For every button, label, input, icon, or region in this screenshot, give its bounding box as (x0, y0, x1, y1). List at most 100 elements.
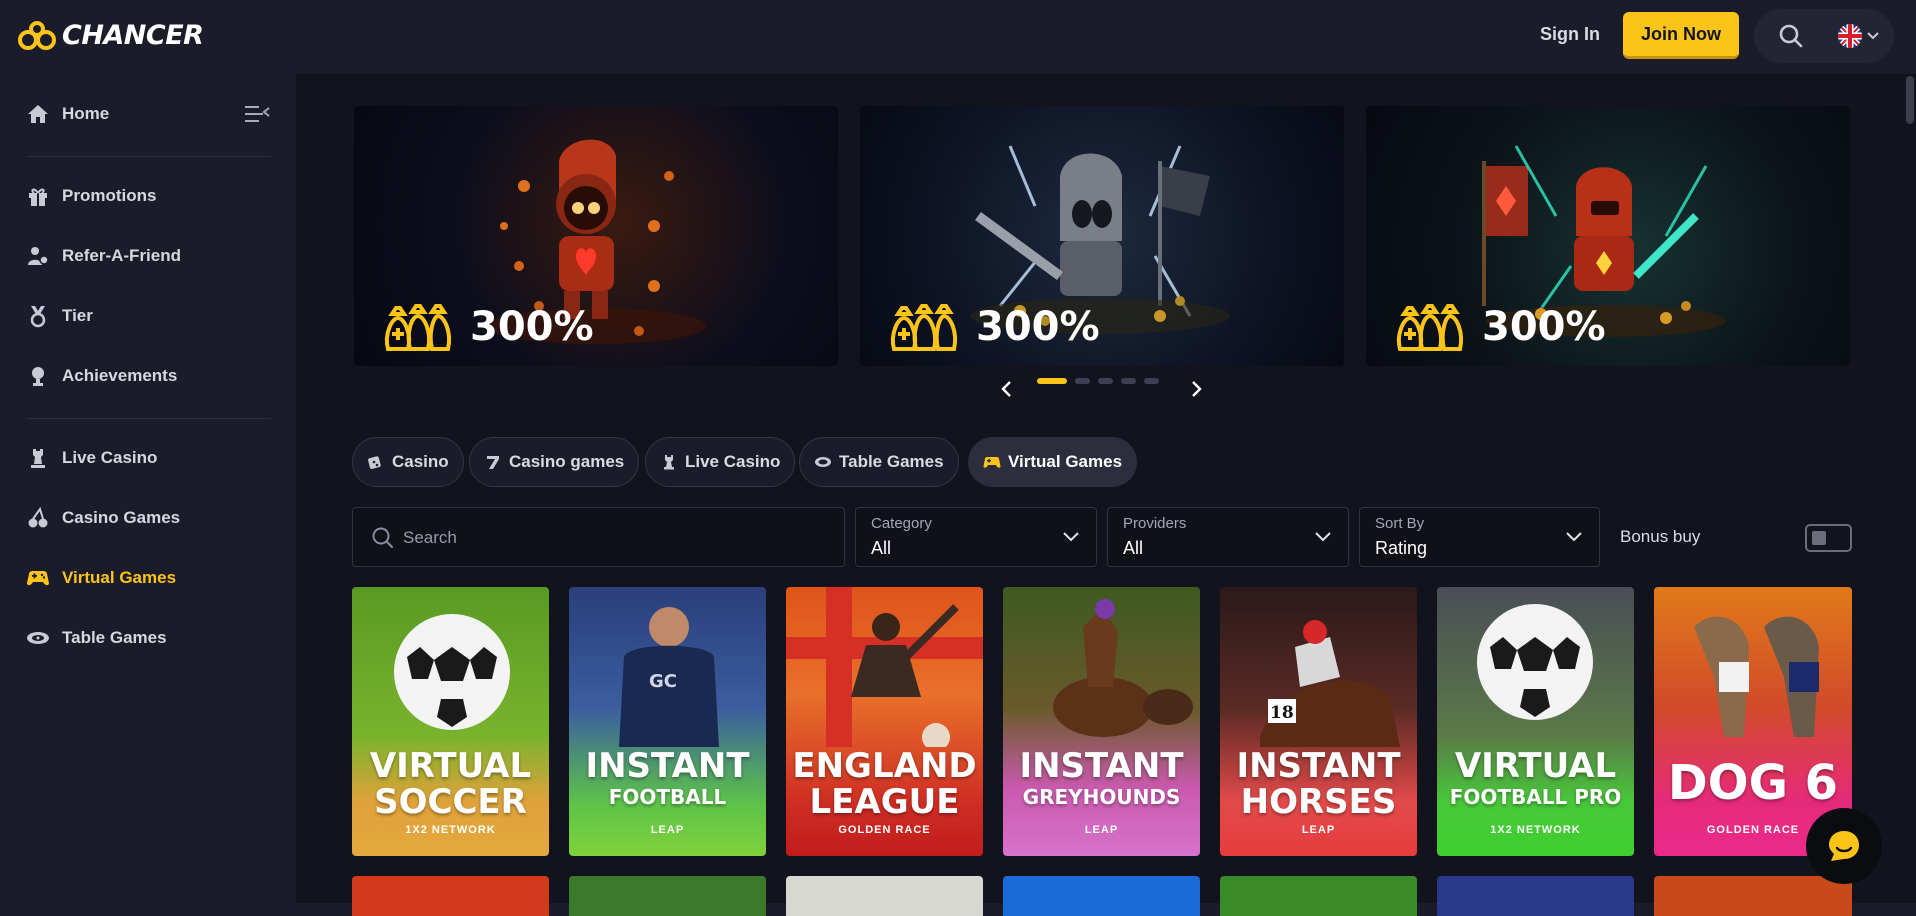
game-title-line1: DOG 6 (1667, 755, 1839, 811)
promo-banner-3[interactable]: 300% (1366, 106, 1850, 366)
game-title-line1: INSTANT (585, 746, 750, 786)
game-card-virtual-football-pro[interactable]: VIRTUAL FOOTBALL PRO 1X2 NETWORK (1437, 587, 1634, 856)
carousel-dot[interactable] (1075, 378, 1090, 384)
sidebar-divider (26, 156, 271, 157)
dice-icon (368, 456, 381, 469)
game-provider: 1X2 NETWORK (405, 824, 496, 836)
bonus-percent: 300% (470, 304, 594, 350)
money-bags-icon (385, 304, 451, 351)
main-scrollbar[interactable] (1904, 74, 1916, 903)
chess-piece-icon (664, 455, 674, 470)
sidebar-item-table-games[interactable]: Table Games (26, 626, 167, 650)
game-title-line2: FOOTBALL PRO (1449, 785, 1622, 809)
join-now-button[interactable]: Join Now (1623, 12, 1739, 59)
game-card-instant-horses[interactable]: 18 INSTANT HORSES LEAP (1220, 587, 1417, 856)
tab-casino[interactable]: Casino (352, 437, 464, 487)
chevron-down-icon (1566, 532, 1582, 542)
game-card-virtual-soccer[interactable]: VIRTUAL SOCCER 1X2 NETWORK (352, 587, 549, 856)
bonus-percent: 300% (1482, 304, 1606, 350)
game-provider: LEAP (1084, 824, 1119, 836)
sidebar-item-promotions[interactable]: Promotions (26, 184, 156, 208)
game-card[interactable] (1437, 876, 1634, 916)
sidebar-item-virtual-games[interactable]: Virtual Games (26, 566, 176, 590)
svg-text:18: 18 (1270, 703, 1294, 723)
carousel-pagination (1037, 378, 1159, 384)
football-player-illustration: GC (619, 607, 719, 747)
select-value: Rating (1375, 538, 1428, 558)
sidebar-item-achievements[interactable]: Achievements (26, 364, 177, 388)
chevron-right-icon[interactable] (1188, 380, 1204, 398)
game-card[interactable] (1003, 876, 1200, 916)
scrollbar-thumb[interactable] (1906, 76, 1914, 124)
game-provider: 1X2 NETWORK (1490, 824, 1581, 836)
carousel-dot[interactable] (1121, 378, 1136, 384)
sidebar-item-casino-games[interactable]: Casino Games (26, 506, 180, 530)
sidebar-item-label: Refer-A-Friend (62, 246, 182, 265)
chevron-down-icon (1315, 532, 1331, 542)
sidebar-item-label: Tier (62, 306, 93, 325)
cherries-icon (28, 506, 48, 528)
top-header: CHANCER Sign In Join Now (0, 0, 1916, 74)
carousel-dot[interactable] (1098, 378, 1113, 384)
chancer-logo[interactable]: CHANCER (18, 20, 204, 51)
providers-select[interactable]: Providers All (1107, 507, 1349, 567)
sidebar-item-home[interactable]: Home (26, 102, 109, 126)
game-title-line1: VIRTUAL (1454, 746, 1617, 786)
england-player-illustration (786, 587, 983, 747)
game-card-england-league[interactable]: ENGLAND LEAGUE GOLDEN RACE (786, 587, 983, 856)
search-icon[interactable] (1778, 23, 1804, 49)
money-bags-icon (1397, 304, 1463, 351)
select-value: All (1123, 538, 1144, 558)
game-card[interactable] (352, 876, 549, 916)
sidebar-item-live-casino[interactable]: Live Casino (26, 446, 157, 470)
game-card[interactable] (569, 876, 766, 916)
tab-table-games[interactable]: Table Games (799, 437, 959, 487)
chevron-down-icon[interactable] (1866, 29, 1880, 43)
live-chat-button[interactable] (1806, 808, 1882, 884)
sidebar-item-label: Home (62, 104, 110, 123)
tab-virtual-games[interactable]: Virtual Games (968, 437, 1138, 487)
tab-live-casino[interactable]: Live Casino (645, 437, 796, 487)
game-search-box (352, 507, 845, 567)
sidebar-item-tier[interactable]: Tier (26, 304, 93, 328)
collapse-sidebar-icon[interactable] (243, 102, 271, 126)
carousel-dot[interactable] (1037, 378, 1067, 384)
game-card-instant-football[interactable]: GC INSTANT FOOTBALL LEAP (569, 587, 766, 856)
promo-banner-1[interactable]: 300% (354, 106, 838, 366)
search-input[interactable] (403, 524, 823, 552)
chat-bubble-icon (1829, 831, 1859, 861)
sort-by-select[interactable]: Sort By Rating (1359, 507, 1600, 567)
tab-casino-games[interactable]: Casino games (469, 437, 640, 487)
gamepad-icon (27, 571, 49, 586)
carousel-dot[interactable] (1144, 378, 1159, 384)
search-icon (372, 527, 393, 548)
medal-icon (30, 306, 46, 328)
chess-piece-icon (31, 449, 45, 468)
game-provider: LEAP (650, 824, 685, 836)
chips-icon (27, 632, 49, 644)
game-title-line1: INSTANT (1236, 746, 1401, 786)
game-card-instant-greyhounds[interactable]: INSTANT GREYHOUNDS LEAP (1003, 587, 1200, 856)
gift-icon (29, 188, 47, 206)
sidebar-item-refer-a-friend[interactable]: Refer-A-Friend (26, 244, 181, 268)
chips-icon (815, 457, 831, 467)
sidebar: Home Promotions Refer-A-Friend Tier Achi… (0, 74, 296, 903)
select-value: All (871, 538, 892, 558)
game-card[interactable] (1220, 876, 1417, 916)
logo-mark-icon (18, 20, 56, 50)
bonus-buy-toggle[interactable] (1805, 524, 1852, 552)
game-title-line1: VIRTUAL (369, 746, 532, 786)
game-title-line2: LEAGUE (809, 782, 960, 822)
sign-in-link[interactable]: Sign In (1540, 24, 1600, 45)
brand-name: CHANCER (62, 20, 204, 51)
game-title-line2: SOCCER (374, 782, 527, 822)
game-card[interactable] (786, 876, 983, 916)
refer-friend-icon (28, 247, 49, 265)
game-card[interactable] (1654, 876, 1852, 916)
game-provider: GOLDEN RACE (838, 824, 931, 836)
category-select[interactable]: Category All (855, 507, 1097, 567)
chevron-left-icon[interactable] (999, 380, 1015, 398)
game-title-line2: GREYHOUNDS (1022, 785, 1181, 809)
promo-banner-2[interactable]: 300% (860, 106, 1344, 366)
uk-flag-icon[interactable] (1838, 24, 1862, 48)
